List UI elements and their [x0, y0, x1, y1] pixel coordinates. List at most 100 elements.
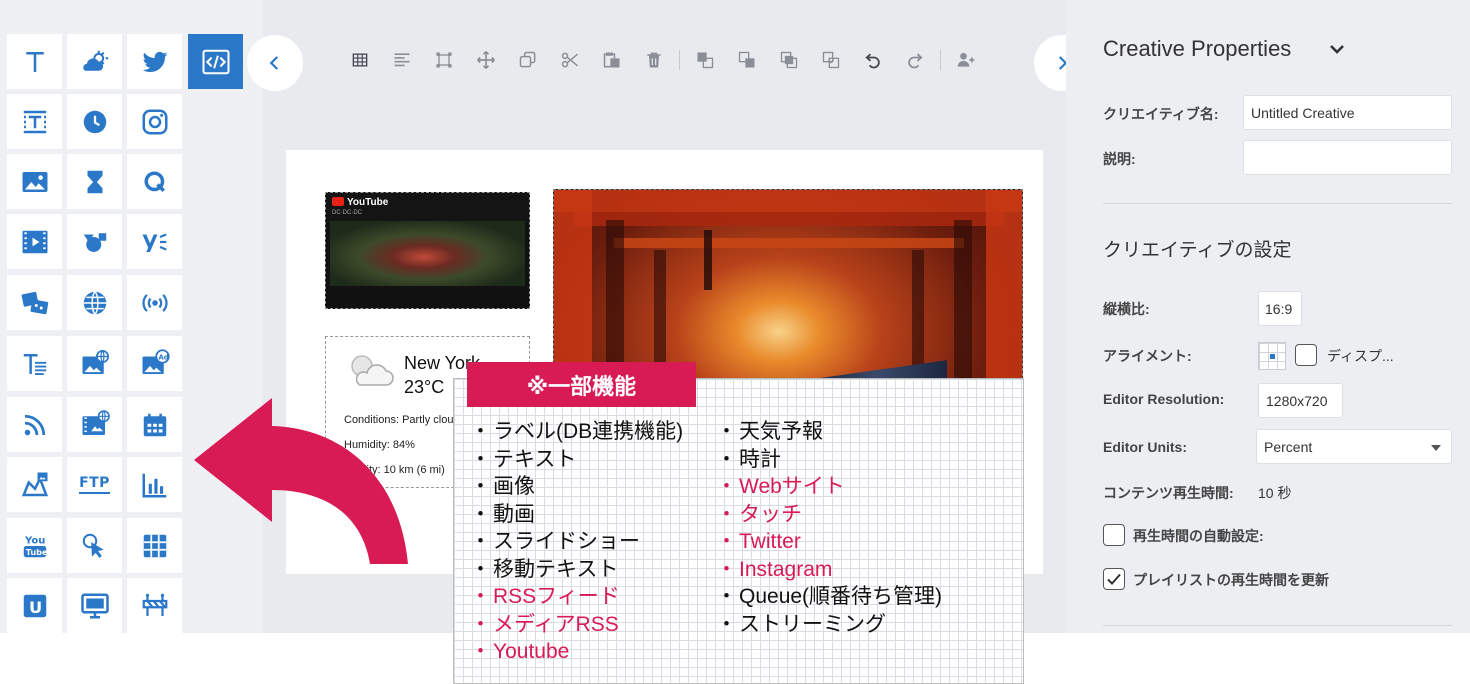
- queue-widget-button[interactable]: [127, 154, 182, 209]
- display-checkbox[interactable]: [1295, 344, 1317, 366]
- bar-chart-icon: [142, 473, 166, 497]
- redo-button[interactable]: [894, 44, 936, 76]
- website-widget-button[interactable]: [67, 275, 122, 330]
- ftp-icon: FTP: [79, 475, 110, 494]
- weather-temperature: 23°C: [404, 377, 445, 397]
- twitter-icon: [142, 51, 167, 72]
- cut-icon: [561, 52, 578, 68]
- editor-toolbar: [339, 44, 987, 76]
- bullet: ・: [716, 420, 737, 443]
- chevron-left-icon: [269, 56, 279, 70]
- slideshow-widget-button[interactable]: [7, 275, 62, 330]
- table-widget-button[interactable]: [127, 518, 182, 573]
- bring-front-button[interactable]: [684, 44, 726, 76]
- chevron-down-icon[interactable]: [1329, 42, 1345, 56]
- video-widget-button[interactable]: [7, 214, 62, 269]
- shapes-widget-button[interactable]: [67, 214, 122, 269]
- bullet: ・: [470, 475, 491, 498]
- delete-button[interactable]: [633, 44, 675, 76]
- add-user-button[interactable]: [945, 44, 987, 76]
- auto-duration-checkbox[interactable]: [1103, 524, 1125, 546]
- bullet: ・: [470, 612, 491, 636]
- calendar-widget-button[interactable]: [127, 397, 182, 452]
- web-image-widget-button[interactable]: [67, 336, 122, 391]
- undo-icon: [865, 53, 880, 69]
- rss-widget-button[interactable]: [7, 397, 62, 452]
- editor-resolution-input[interactable]: 1280x720: [1258, 383, 1343, 418]
- media-rss-widget-button[interactable]: [67, 397, 122, 452]
- bullet: ・: [470, 585, 491, 608]
- align-icon: [394, 53, 410, 67]
- alignment-picker[interactable]: [1258, 342, 1286, 370]
- queue-icon: [144, 171, 165, 192]
- hourglass-icon: [87, 170, 102, 193]
- aspect-ratio-select[interactable]: 16:9: [1258, 291, 1302, 326]
- duplicate-button[interactable]: [507, 44, 549, 76]
- feature-text: 天気予報: [739, 420, 823, 443]
- collapse-palette-button[interactable]: [247, 35, 303, 91]
- html-embed-widget-button[interactable]: [188, 34, 243, 89]
- paste-button[interactable]: [591, 44, 633, 76]
- move-button[interactable]: [465, 44, 507, 76]
- editor-root: Ad FTP You Tube U YouTube DC·DC·DC New Y…: [0, 0, 1470, 684]
- youtube-widget-button[interactable]: You Tube: [7, 518, 62, 573]
- update-playlist-duration-checkbox[interactable]: [1103, 568, 1125, 590]
- ticker-text-widget-button[interactable]: [7, 336, 62, 391]
- barrier-widget-button[interactable]: [127, 578, 182, 633]
- yammer-icon: [142, 232, 167, 252]
- paste-icon: [603, 52, 620, 68]
- properties-panel: Creative Properties クリエイティブ名: Untitled C…: [1066, 0, 1470, 633]
- chart-widget-button[interactable]: [127, 457, 182, 512]
- feature-item: ・ラベル(DB連携機能): [470, 418, 683, 446]
- media-rss-icon: [82, 409, 110, 435]
- ftp-widget-button[interactable]: FTP: [67, 457, 122, 512]
- touch-widget-button[interactable]: [67, 518, 122, 573]
- send-back-button[interactable]: [726, 44, 768, 76]
- twitter-widget-button[interactable]: [127, 34, 182, 89]
- fit-button[interactable]: [423, 44, 465, 76]
- text-icon: [25, 51, 44, 72]
- creative-name-input[interactable]: Untitled Creative: [1243, 95, 1452, 130]
- feature-item: ・移動テキスト: [470, 556, 683, 584]
- description-input[interactable]: [1243, 140, 1452, 175]
- rss-icon: [24, 414, 45, 435]
- bullet: ・: [716, 557, 737, 581]
- fit-icon: [436, 52, 452, 68]
- bullet: ・: [716, 475, 737, 498]
- feature-text: Webサイト: [739, 475, 845, 498]
- youtube-widget[interactable]: YouTube DC·DC·DC: [325, 192, 530, 309]
- map-widget-button[interactable]: [7, 457, 62, 512]
- dataset-label-widget-button[interactable]: [7, 94, 62, 149]
- hourglass-widget-button[interactable]: [67, 154, 122, 209]
- feature-item: ・メディアRSS: [470, 611, 683, 639]
- undo-button[interactable]: [852, 44, 894, 76]
- delete-icon: [647, 52, 661, 68]
- shapes-icon: [83, 232, 106, 252]
- cut-button[interactable]: [549, 44, 591, 76]
- display-widget-button[interactable]: [67, 578, 122, 633]
- u-badge-icon: U: [23, 594, 46, 617]
- align-button[interactable]: [381, 44, 423, 76]
- barrier-icon: [142, 593, 167, 616]
- text-widget-button[interactable]: [7, 34, 62, 89]
- send-backward-button[interactable]: [810, 44, 852, 76]
- weather-widget-button[interactable]: [67, 34, 122, 89]
- feature-text: Twitter: [739, 530, 801, 553]
- ad-image-widget-button[interactable]: Ad: [127, 336, 182, 391]
- youtube-header: YouTube DC·DC·DC: [326, 193, 529, 223]
- feature-item: ・ストリーミング: [716, 611, 942, 639]
- u-widget-button[interactable]: U: [7, 578, 62, 633]
- streaming-widget-button[interactable]: [127, 275, 182, 330]
- yammer-widget-button[interactable]: [127, 214, 182, 269]
- description-label: 説明:: [1103, 151, 1136, 167]
- bullet: ・: [470, 420, 491, 443]
- feature-text: Queue(順番待ち管理): [739, 585, 943, 608]
- image-widget-button[interactable]: [7, 154, 62, 209]
- toolbar-separator: [940, 50, 941, 70]
- clock-widget-button[interactable]: [67, 94, 122, 149]
- bring-forward-button[interactable]: [768, 44, 810, 76]
- bullet: ・: [716, 530, 737, 553]
- instagram-widget-button[interactable]: [127, 94, 182, 149]
- editor-units-select[interactable]: Percent: [1256, 429, 1452, 464]
- grid-button[interactable]: [339, 44, 381, 76]
